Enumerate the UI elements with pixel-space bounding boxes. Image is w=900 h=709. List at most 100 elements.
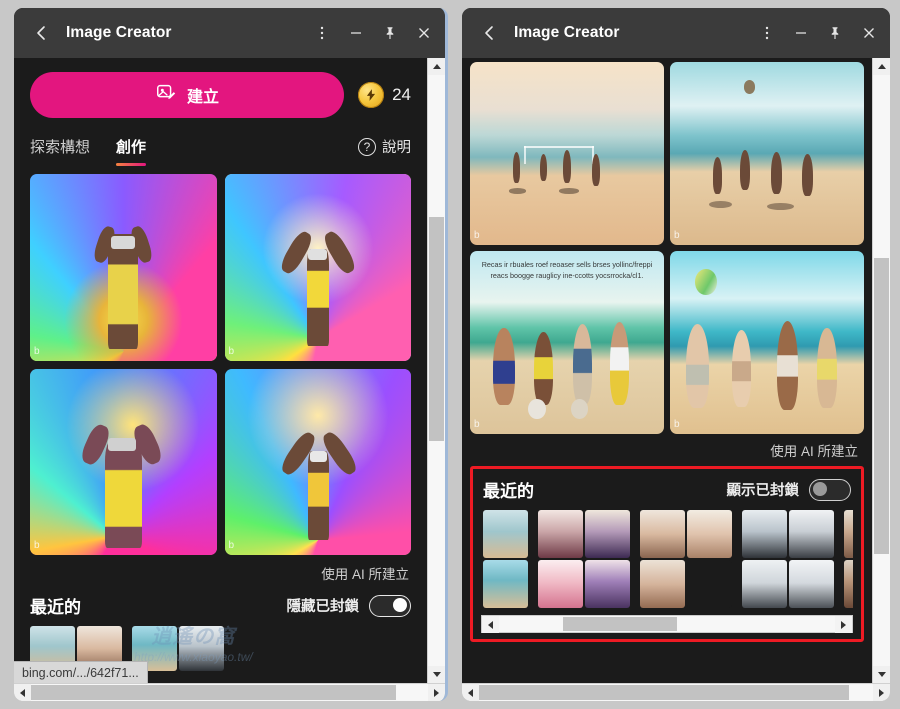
scroll-left-arrow-icon[interactable] xyxy=(462,684,479,701)
help-link[interactable]: ? 說明 xyxy=(358,136,411,166)
thumbnail[interactable] xyxy=(789,560,834,609)
left-horizontal-scrollbar[interactable] xyxy=(14,683,445,701)
right-webview: b b Recas ir rbuales roef reoaser sells … xyxy=(462,58,872,683)
thumbnail[interactable] xyxy=(742,510,787,559)
beach-image-2[interactable]: b xyxy=(670,62,864,246)
recent-section-highlight: 最近的 顯示已封鎖 xyxy=(470,466,864,643)
scroll-right-arrow-icon[interactable] xyxy=(428,684,445,701)
toggle-knob xyxy=(393,597,407,612)
scroll-track[interactable] xyxy=(873,75,890,666)
right-vertical-scrollbar[interactable] xyxy=(872,58,890,683)
scroll-thumb[interactable] xyxy=(31,685,397,700)
tab-explore-ideas[interactable]: 探索構想 xyxy=(30,136,90,166)
gallery-image-4[interactable]: b xyxy=(224,368,412,556)
gallery-image-3[interactable]: b xyxy=(30,368,217,555)
bing-watermark-icon: b xyxy=(674,230,680,242)
close-icon[interactable] xyxy=(407,16,441,50)
thumbnail[interactable] xyxy=(640,560,685,609)
gallery-image-1[interactable]: b xyxy=(30,174,217,361)
scroll-track[interactable] xyxy=(479,684,873,701)
figure-layer xyxy=(470,62,664,245)
ai-created-note: 使用 AI 所建立 xyxy=(321,567,409,582)
bing-watermark-icon: b xyxy=(674,419,680,431)
thumbnail[interactable] xyxy=(640,510,685,559)
right-horizontal-scrollbar[interactable] xyxy=(462,683,890,701)
credits-badge[interactable]: 24 xyxy=(358,82,411,108)
thumbnail[interactable] xyxy=(585,510,630,559)
thumbnail[interactable] xyxy=(687,510,732,559)
thumbnail-group-anime xyxy=(538,510,630,609)
window-title: Image Creator xyxy=(66,24,172,41)
close-icon[interactable] xyxy=(852,16,886,50)
show-blocked-toggle[interactable] xyxy=(809,478,851,501)
hide-blocked-label: 隱藏已封鎖 xyxy=(286,599,360,615)
thumbnail[interactable] xyxy=(844,560,853,609)
scroll-down-arrow-icon[interactable] xyxy=(873,666,890,683)
thumbnail[interactable] xyxy=(585,560,630,609)
thumbnail[interactable] xyxy=(483,510,528,559)
bing-watermark-icon: b xyxy=(474,419,480,431)
scroll-left-arrow-icon[interactable] xyxy=(482,616,499,634)
thumbnail[interactable] xyxy=(538,510,583,559)
beach-image-3[interactable]: Recas ir rbuales roef reoaser sells brse… xyxy=(470,251,664,435)
figure-layer xyxy=(670,251,864,434)
lightning-coin-icon xyxy=(358,82,385,108)
beach-image-4[interactable]: b xyxy=(670,251,864,435)
left-page: 建立 24 探索構想 創作 ? 說明 b b b b 使用 AI 所建立 最近的… xyxy=(14,58,427,671)
recent-strip-scrollbar[interactable] xyxy=(481,615,853,634)
scroll-right-arrow-icon[interactable] xyxy=(835,616,852,634)
thumbnail[interactable] xyxy=(789,510,834,559)
minimize-icon[interactable] xyxy=(339,16,373,50)
back-icon[interactable] xyxy=(476,19,504,47)
thumbnail-group-group xyxy=(844,510,853,609)
tab-create[interactable]: 創作 xyxy=(116,136,147,166)
back-icon[interactable] xyxy=(28,19,56,47)
hide-blocked-toggle[interactable] xyxy=(369,594,411,617)
recent-toggle-area: 顯示已封鎖 xyxy=(727,478,851,501)
recent-title: 最近的 xyxy=(30,598,81,617)
scroll-thumb[interactable] xyxy=(874,258,889,554)
help-label: 說明 xyxy=(382,140,411,156)
scroll-track[interactable] xyxy=(499,616,835,633)
thumbnail[interactable] xyxy=(742,560,787,609)
beach-image-1[interactable]: b xyxy=(470,62,664,246)
credits-count: 24 xyxy=(392,85,411,104)
scroll-left-arrow-icon[interactable] xyxy=(14,684,31,701)
kebab-menu-icon[interactable] xyxy=(750,16,784,50)
scroll-up-arrow-icon[interactable] xyxy=(873,58,890,75)
status-bar-url: bing.com/.../642f71... xyxy=(14,661,148,683)
window-title: Image Creator xyxy=(514,24,620,41)
scroll-track[interactable] xyxy=(31,684,428,701)
thumbnail[interactable] xyxy=(179,626,224,671)
pin-icon[interactable] xyxy=(373,16,407,50)
kebab-menu-icon[interactable] xyxy=(305,16,339,50)
scroll-thumb[interactable] xyxy=(479,685,850,700)
thumbnail-group-portrait xyxy=(640,510,732,609)
left-webview: 建立 24 探索構想 創作 ? 說明 b b b b 使用 AI 所建立 最近的… xyxy=(14,58,427,683)
recent-title: 最近的 xyxy=(483,482,534,502)
create-button[interactable]: 建立 xyxy=(30,72,345,118)
bing-watermark-icon: b xyxy=(228,540,235,551)
thumbnail[interactable] xyxy=(483,560,528,609)
image-edit-icon xyxy=(155,82,177,109)
scroll-thumb[interactable] xyxy=(562,617,678,632)
figure-layer xyxy=(670,62,864,245)
scroll-right-arrow-icon[interactable] xyxy=(873,684,890,701)
right-page: b b Recas ir rbuales roef reoaser sells … xyxy=(462,58,872,643)
minimize-icon[interactable] xyxy=(784,16,818,50)
right-titlebar: Image Creator xyxy=(462,8,890,58)
recent-thumbnail-strip-right xyxy=(481,510,853,609)
ai-created-note: 使用 AI 所建立 xyxy=(770,444,858,460)
thumbnail[interactable] xyxy=(538,560,583,609)
scroll-track[interactable] xyxy=(428,75,445,666)
gallery-image-2[interactable]: b xyxy=(224,174,411,361)
scroll-down-arrow-icon[interactable] xyxy=(428,666,445,683)
left-vertical-scrollbar[interactable] xyxy=(427,58,445,683)
scroll-up-arrow-icon[interactable] xyxy=(428,58,445,75)
figure-layer xyxy=(470,251,664,434)
figure-layer xyxy=(30,174,217,361)
thumbnail[interactable] xyxy=(844,510,853,559)
scroll-thumb[interactable] xyxy=(429,216,444,442)
figure-layer xyxy=(225,369,412,556)
pin-icon[interactable] xyxy=(818,16,852,50)
